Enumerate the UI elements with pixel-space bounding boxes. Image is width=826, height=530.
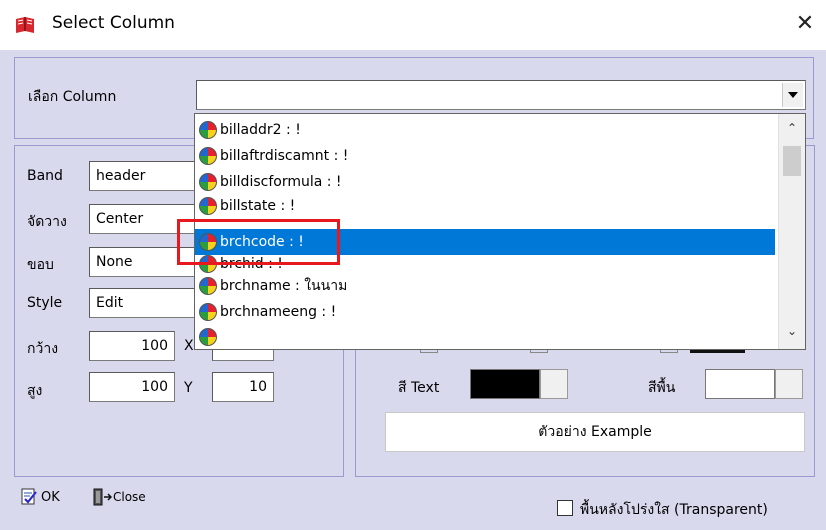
list-item-partial xyxy=(195,325,775,349)
height-input[interactable]: 100 xyxy=(89,372,175,402)
border-label: ขอบ xyxy=(27,257,54,273)
list-item-label: brchname : ในนาม xyxy=(220,278,348,294)
color-ball-icon xyxy=(199,328,217,346)
list-item[interactable]: billaftrdiscamnt : ! xyxy=(195,143,775,169)
color-ball-icon xyxy=(199,173,217,191)
text-color-label: สี Text xyxy=(398,380,440,396)
list-item[interactable]: brchnameeng : ! xyxy=(195,299,775,325)
band-label: Band xyxy=(27,168,63,184)
list-item-label: billstate : ! xyxy=(220,198,296,214)
width-label: กว้าง xyxy=(27,341,59,357)
title-bar: Select Column ✕ xyxy=(0,0,826,50)
list-item-label: billaftrdiscamnt : ! xyxy=(220,148,349,164)
document-check-icon xyxy=(21,488,37,505)
annotation-highlight-box xyxy=(177,219,340,265)
exit-door-icon xyxy=(93,488,112,506)
combo-dropdown-button[interactable] xyxy=(782,83,803,107)
transparent-checkbox[interactable] xyxy=(557,500,573,516)
hidden-swatch-edge xyxy=(690,350,745,353)
style-select[interactable]: Edit xyxy=(89,288,199,318)
color-ball-icon xyxy=(199,277,217,295)
list-item[interactable]: billdiscformula : ! xyxy=(195,169,775,195)
color-ball-icon xyxy=(199,197,217,215)
color-ball-icon xyxy=(199,303,217,321)
dropdown-scrollbar[interactable]: ⌃ ⌄ xyxy=(778,114,805,349)
list-item[interactable]: brchname : ในนาม xyxy=(195,273,775,299)
list-item[interactable]: billaddr2 : ! xyxy=(195,117,775,143)
window-title: Select Column xyxy=(52,13,175,33)
align-label: จัดวาง xyxy=(27,214,67,230)
transparent-label: พื้นหลังโปร่งใส (Transparent) xyxy=(580,502,768,518)
y-input[interactable]: 10 xyxy=(212,372,274,402)
column-select-combo[interactable] xyxy=(196,80,806,110)
width-input[interactable]: 100 xyxy=(89,331,175,361)
close-icon[interactable]: ✕ xyxy=(790,9,820,39)
ok-button[interactable]: OK xyxy=(20,488,60,506)
ok-label: OK xyxy=(41,489,60,505)
close-button[interactable]: Close xyxy=(92,488,146,506)
color-ball-icon xyxy=(199,121,217,139)
text-color-picker-button[interactable] xyxy=(540,369,568,399)
chevron-up-icon[interactable]: ⌃ xyxy=(779,116,805,140)
chevron-down-icon[interactable]: ⌄ xyxy=(779,319,805,343)
color-ball-icon xyxy=(199,147,217,165)
background-color-swatch xyxy=(705,369,775,399)
column-select-label: เลือก Column xyxy=(28,89,117,105)
scrollbar-thumb[interactable] xyxy=(783,146,801,176)
background-color-label: สีพื้น xyxy=(648,380,676,396)
list-item-label: billaddr2 : ! xyxy=(220,122,301,138)
text-color-swatch xyxy=(470,369,540,399)
chevron-down-icon xyxy=(788,92,798,98)
app-book-icon xyxy=(16,17,34,33)
close-label: Close xyxy=(113,490,146,504)
x-label: X xyxy=(184,338,194,354)
y-label: Y xyxy=(184,380,193,396)
style-label: Style xyxy=(27,295,63,311)
list-item-label: billdiscformula : ! xyxy=(220,174,342,190)
list-item-label: brchnameeng : ! xyxy=(220,304,337,320)
band-select[interactable]: header xyxy=(89,161,199,191)
example-preview: ตัวอย่าง Example xyxy=(385,412,805,452)
background-color-picker-button[interactable] xyxy=(775,369,803,399)
height-label: สูง xyxy=(27,383,43,399)
list-item[interactable]: billstate : ! xyxy=(195,195,775,217)
